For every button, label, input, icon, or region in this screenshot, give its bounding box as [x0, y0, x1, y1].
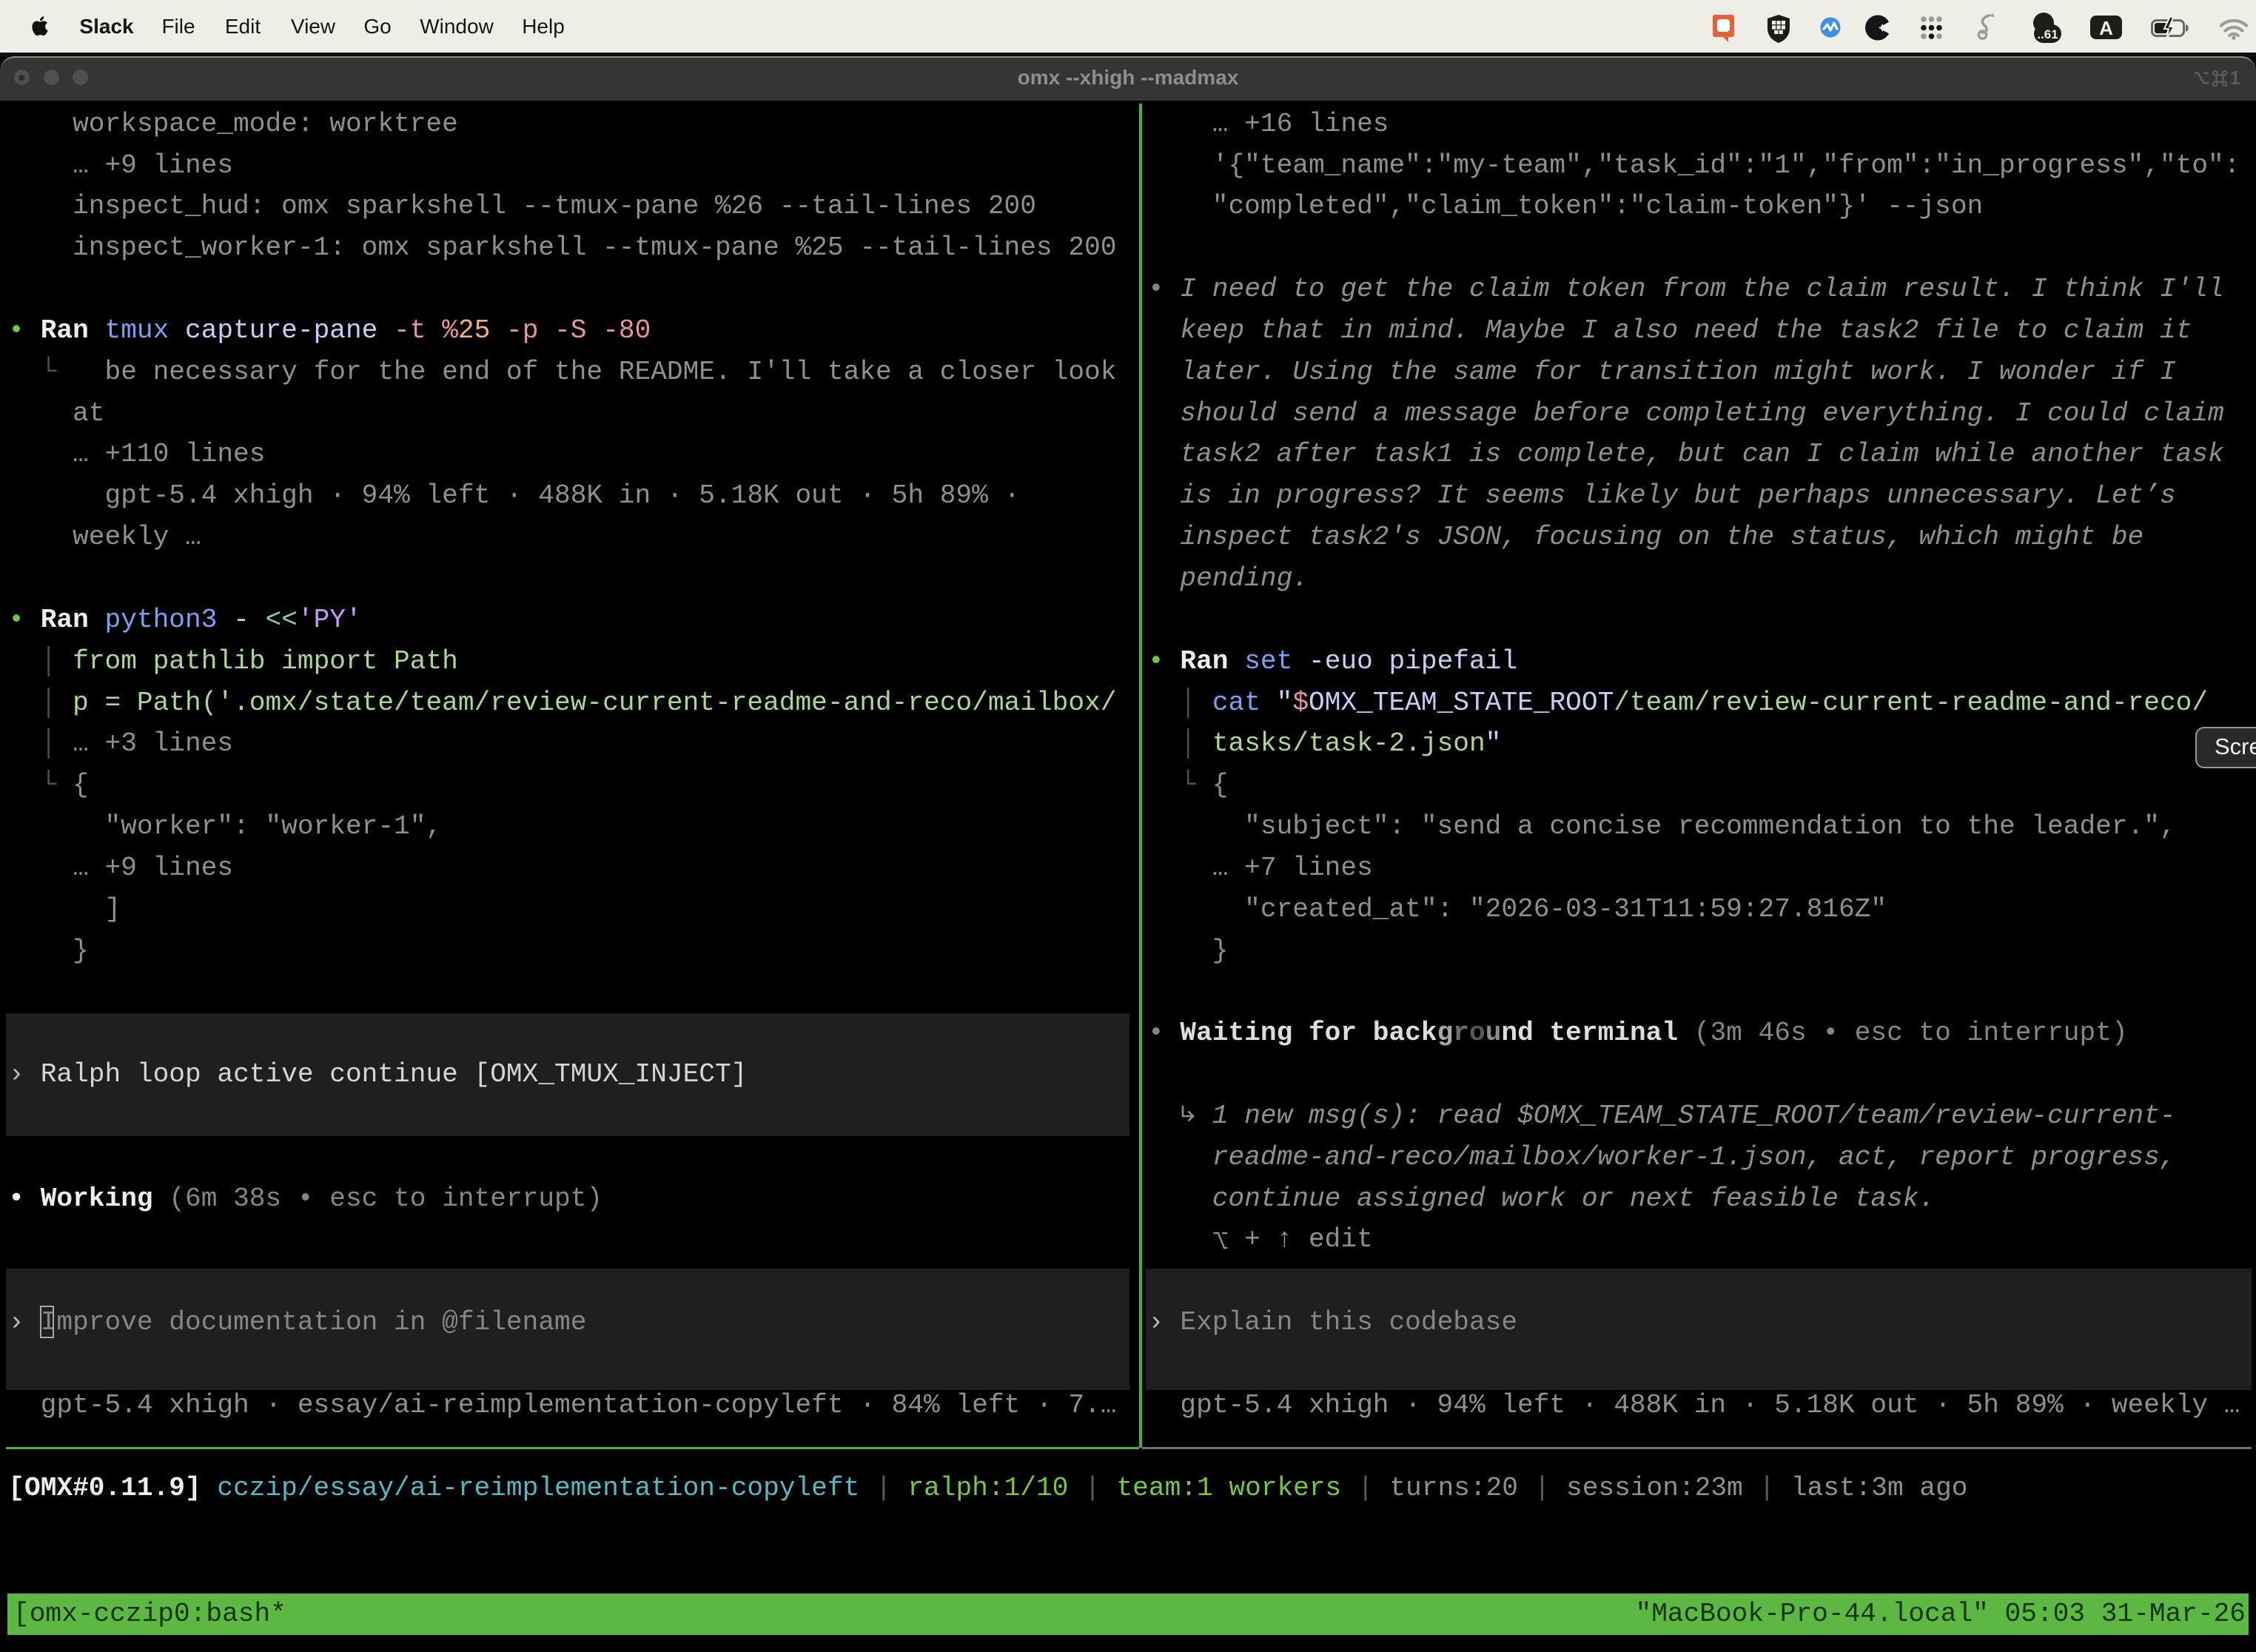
svg-text:..61: ..61 — [2037, 27, 2058, 41]
svg-text:A: A — [2099, 17, 2113, 39]
